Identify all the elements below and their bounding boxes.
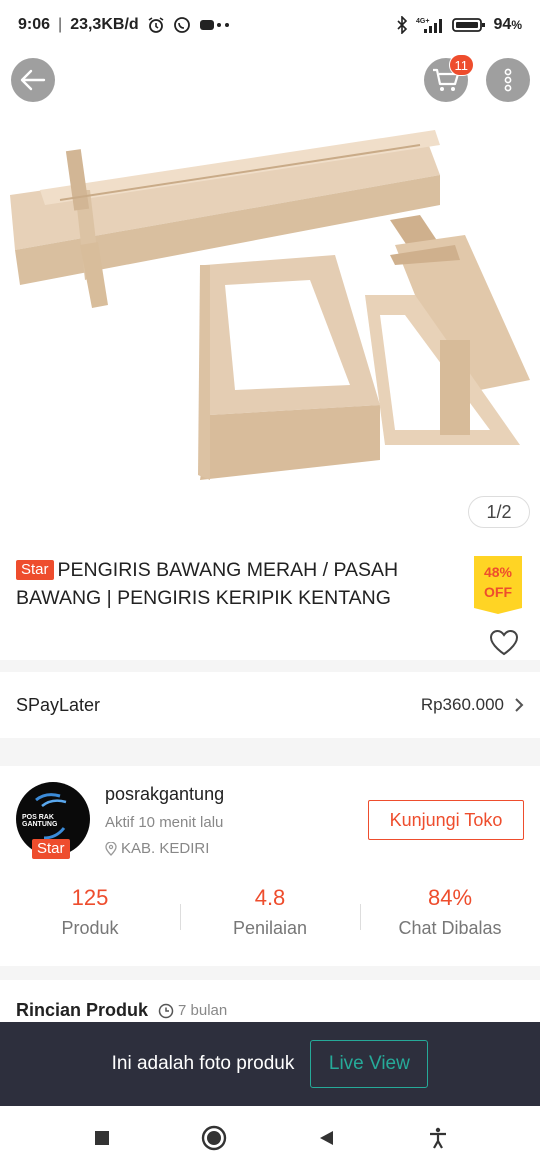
product-details-header: Rincian Produk 7 bulan (16, 1000, 227, 1021)
back-button[interactable] (11, 58, 55, 102)
heart-icon (489, 629, 519, 656)
more-options-button[interactable] (486, 58, 530, 102)
live-view-button[interactable]: Live View (310, 1040, 429, 1088)
shop-location-text: KAB. KEDIRI (121, 840, 210, 857)
star-badge: Star (16, 560, 54, 580)
status-separator: | (58, 16, 63, 33)
signal-icon: 4G+ (416, 16, 444, 34)
clock-icon (158, 1003, 174, 1018)
product-details-time-text: 7 bulan (178, 1002, 228, 1019)
accessibility-icon (430, 1127, 446, 1149)
image-pager: 1/2 (468, 496, 530, 528)
nav-recents-button[interactable] (46, 1129, 158, 1147)
shop-location: KAB. KEDIRI (105, 840, 209, 857)
status-right: 4G+ 94% (396, 16, 522, 34)
spaylater-price: Rp360.000 (421, 695, 524, 715)
nav-accessibility-button[interactable] (382, 1127, 494, 1149)
cart-button[interactable]: 11 (424, 54, 474, 102)
stat-value: 4.8 (254, 885, 286, 910)
status-time: 9:06 (18, 16, 51, 33)
spaylater-row[interactable]: SPayLater Rp360.000 (0, 672, 540, 738)
battery-percent-sign: % (511, 18, 522, 32)
alarm-icon (147, 16, 165, 34)
visit-shop-button[interactable]: Kunjungi Toko (368, 800, 524, 840)
stat-products[interactable]: 125 Produk (0, 882, 180, 952)
location-pin-icon (105, 841, 117, 856)
product-details-title: Rincian Produk (16, 1000, 149, 1020)
status-bar: 9:06 | 23,3KB/d 4G+ 94% (0, 0, 540, 50)
photo-banner: Ini adalah foto produk Live View (0, 1022, 540, 1106)
shop-name[interactable]: posrakgantung (105, 784, 224, 805)
section-divider (0, 966, 540, 980)
product-image-gallery[interactable]: 1/2 (0, 50, 540, 540)
product-title: Star PENGIRIS BAWANG MERAH / PASAH BAWANG… (16, 556, 456, 612)
home-circle-icon (201, 1125, 227, 1151)
discount-badge: 48% OFF (474, 556, 522, 614)
stat-label: Produk (61, 918, 119, 938)
spaylater-label: SPayLater (16, 694, 101, 715)
section-divider (0, 660, 540, 672)
stat-rating[interactable]: 4.8 Penilaian (180, 882, 360, 952)
status-left: 9:06 | 23,3KB/d (18, 16, 231, 34)
shop-active-status: Aktif 10 menit lalu (105, 814, 224, 831)
nav-home-button[interactable] (158, 1125, 270, 1151)
status-speed: 23,3KB/d (70, 16, 139, 33)
like-button[interactable] (488, 628, 520, 656)
arrow-left-icon (20, 69, 46, 91)
photo-banner-text: Ini adalah foto produk (111, 1053, 295, 1074)
section-divider (0, 738, 540, 766)
shop-avatar-text: POS RAK GANTUNG (22, 814, 58, 828)
discount-percent: 48% (483, 564, 513, 580)
battery-icon (451, 16, 486, 34)
system-nav-bar (0, 1106, 540, 1170)
product-details-time: 7 bulan (158, 1002, 227, 1019)
shop-section: POS RAK GANTUNG Star posrakgantung Aktif… (0, 766, 540, 966)
square-icon (95, 1131, 109, 1145)
product-photo (10, 130, 530, 480)
battery-level: 94 (493, 16, 512, 33)
shop-star-badge: Star (32, 839, 70, 859)
spaylater-price-value: Rp360.000 (420, 695, 504, 714)
stat-value: 125 (71, 885, 109, 910)
product-title-text: PENGIRIS BAWANG MERAH / PASAH BAWANG | P… (16, 559, 399, 609)
bluetooth-icon (396, 16, 408, 34)
stat-chat-response: 84% Chat Dibalas (360, 882, 540, 952)
shop-stats: 125 Produk 4.8 Penilaian 84% Chat Dibala… (0, 882, 540, 952)
more-vertical-icon (504, 68, 512, 92)
stat-value: 84% (427, 885, 473, 910)
stat-label: Penilaian (232, 918, 308, 938)
discount-off-label: OFF (484, 584, 512, 600)
nav-back-button[interactable] (270, 1129, 382, 1147)
app-notification-icon (199, 16, 231, 34)
triangle-back-icon (320, 1131, 333, 1145)
stat-label: Chat Dibalas (398, 918, 502, 938)
cart-count-badge: 11 (448, 54, 474, 76)
network-label: 4G+ (416, 18, 429, 25)
chevron-right-icon (515, 698, 524, 712)
whatsapp-icon (173, 16, 191, 34)
